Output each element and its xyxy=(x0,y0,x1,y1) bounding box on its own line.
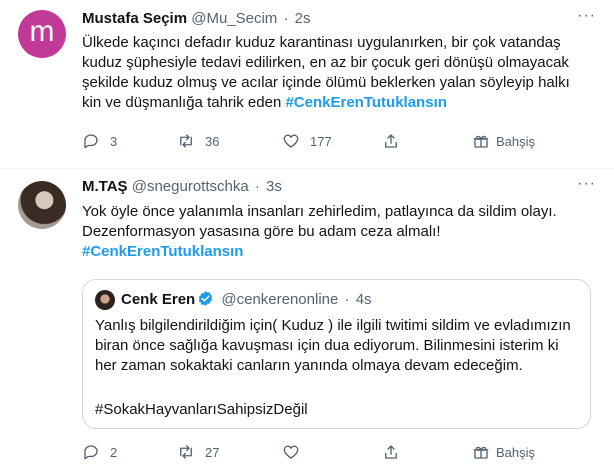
separator-dot: · xyxy=(283,10,289,27)
share-icon xyxy=(385,445,397,459)
verified-badge-icon xyxy=(199,291,213,306)
author-name[interactable]: M.TAŞ xyxy=(82,178,128,195)
reply-count: 3 xyxy=(110,133,118,149)
hashtag-link[interactable]: #CenkErenTutuklansın xyxy=(285,94,446,111)
retweet-count: 27 xyxy=(205,444,220,460)
tweet-time[interactable]: 3s xyxy=(266,178,282,195)
quoted-author-handle[interactable]: @cenkerenonline xyxy=(221,291,338,308)
separator-dot: · xyxy=(254,178,260,195)
tip-label: Bahşiş xyxy=(496,133,536,149)
reply-button[interactable]: 3 xyxy=(82,131,117,151)
tweet[interactable]: m Mustafa Seçim @Mu_Secim · 2s ··· Ülked… xyxy=(0,0,614,168)
tweet-time[interactable]: 2s xyxy=(295,10,311,27)
tweet[interactable]: M.TAŞ @snegurottschka · 3s ··· Yok öyle … xyxy=(0,169,614,470)
tweet-header: Mustafa Seçim @Mu_Secim · 2s xyxy=(82,9,311,29)
author-name[interactable]: Mustafa Seçim xyxy=(82,10,187,27)
heart-icon xyxy=(283,134,299,148)
retweet-button[interactable]: 36 xyxy=(177,131,219,151)
retweet-button[interactable]: 27 xyxy=(177,442,219,462)
share-button[interactable] xyxy=(382,442,400,462)
retweet-count: 36 xyxy=(205,133,220,149)
tip-button[interactable]: Bahşiş xyxy=(472,442,535,462)
reply-count: 2 xyxy=(110,444,118,460)
quoted-text: Yanlış bilgilendirildiğim için( Kuduz ) … xyxy=(95,317,571,374)
share-button[interactable] xyxy=(382,131,400,151)
reply-button[interactable]: 2 xyxy=(82,442,117,462)
author-handle[interactable]: @snegurottschka xyxy=(132,178,249,195)
quoted-header: Cenk Eren @cenkerenonline · 4s xyxy=(121,290,372,310)
avatar[interactable] xyxy=(18,181,66,229)
avatar[interactable]: m xyxy=(18,10,66,58)
tip-icon xyxy=(473,135,489,148)
tweet-line: Dezenformasyon yasasına göre bu adam cez… xyxy=(82,223,441,240)
more-options-icon[interactable]: ··· xyxy=(577,7,596,25)
retweet-icon xyxy=(180,134,192,148)
quoted-author-name[interactable]: Cenk Eren xyxy=(121,291,195,308)
heart-icon xyxy=(283,445,299,459)
tweet-line: Yok öyle önce yalanımla insanları zehirl… xyxy=(82,203,557,220)
share-icon xyxy=(385,134,397,148)
tweet-header: M.TAŞ @snegurottschka · 3s xyxy=(82,177,282,197)
quoted-avatar[interactable] xyxy=(95,290,115,310)
retweet-icon xyxy=(180,445,192,459)
tweet-actions: 3 36 177 Bahşiş xyxy=(82,131,562,151)
author-handle[interactable]: @Mu_Secim xyxy=(191,10,277,27)
hashtag-link[interactable]: #CenkErenTutuklansın xyxy=(82,242,592,262)
reply-icon xyxy=(84,445,98,460)
tip-label: Bahşiş xyxy=(496,444,536,460)
separator-dot: · xyxy=(344,291,350,308)
quoted-time[interactable]: 4s xyxy=(356,291,372,308)
tweet-text: Ülkede kaçıncı defadır kuduz karantinası… xyxy=(82,33,592,113)
tip-button[interactable]: Bahşiş xyxy=(472,131,535,151)
like-button[interactable] xyxy=(282,442,310,462)
like-button[interactable]: 177 xyxy=(282,131,332,151)
like-count: 177 xyxy=(310,133,332,149)
tip-icon xyxy=(473,446,489,459)
quoted-hashtag: #SokakHayvanlarıSahipsizDeğil xyxy=(95,401,308,418)
quoted-tweet[interactable]: Cenk Eren @cenkerenonline · 4s Yanlış bi… xyxy=(82,279,591,429)
tweet-text: Yok öyle önce yalanımla insanları zehirl… xyxy=(82,202,592,262)
reply-icon xyxy=(84,134,98,149)
tweet-actions: 2 27 Bahşiş xyxy=(82,442,562,462)
more-options-icon[interactable]: ··· xyxy=(577,175,596,193)
